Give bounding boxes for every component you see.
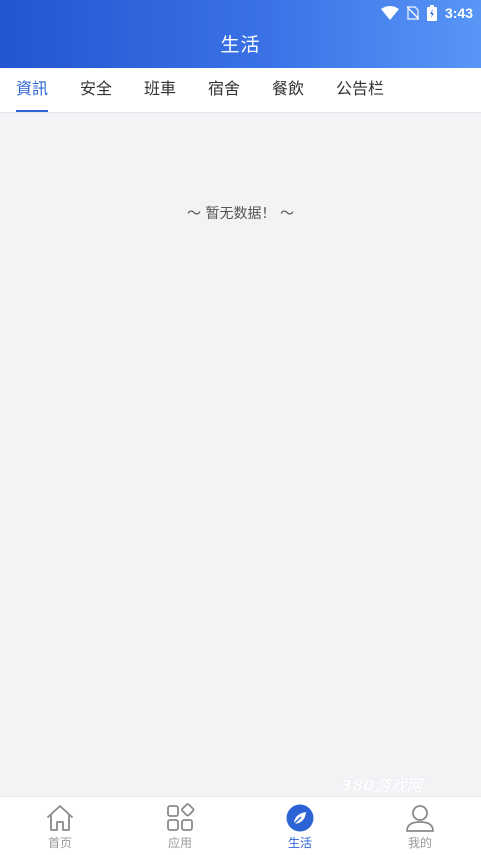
nav-home[interactable]: 首页 [0, 797, 120, 855]
compass-leaf-icon [286, 804, 314, 832]
apps-icon [167, 803, 195, 831]
user-icon [406, 805, 434, 832]
nav-home-label: 首页 [47, 836, 72, 850]
tab-news[interactable]: 資訊 [16, 68, 48, 112]
tab-safety[interactable]: 安全 [80, 68, 112, 112]
status-time: 3:43 [444, 5, 473, 21]
status-bar: 3:43 [380, 4, 473, 22]
tab-dormitory[interactable]: 宿舍 [208, 68, 240, 112]
tab-dining[interactable]: 餐飲 [272, 68, 304, 112]
page-title: 生活 [220, 34, 261, 56]
bottom-navigation: 首页 应用 生活 我的 [0, 796, 481, 855]
category-tabs: 資訊 安全 班車 宿舍 餐飲 公告栏 [0, 68, 481, 113]
tab-announcements[interactable]: 公告栏 [336, 68, 384, 112]
battery-charging-icon [426, 5, 437, 21]
nav-apps[interactable]: 应用 [120, 797, 240, 855]
nav-profile-label: 我的 [407, 836, 432, 850]
no-sim-icon [406, 6, 419, 20]
tab-shuttle[interactable]: 班車 [144, 68, 176, 112]
nav-apps-label: 应用 [167, 836, 192, 850]
empty-state-message: ～ 暂无数据！ ～ [187, 206, 294, 222]
wifi-icon [380, 6, 399, 20]
nav-profile[interactable]: 我的 [360, 797, 480, 855]
watermark: 380游戏网 [341, 776, 423, 795]
nav-life[interactable]: 生活 [240, 797, 360, 855]
nav-life-label: 生活 [287, 836, 312, 850]
app-header: 3:43 生活 [0, 0, 481, 68]
home-icon [47, 805, 73, 831]
